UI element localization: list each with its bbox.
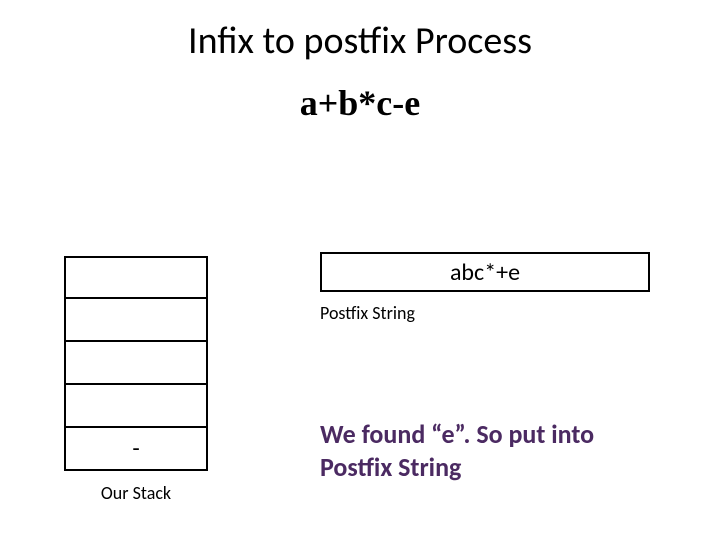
step-explanation: We found “e”. So put into Postfix String xyxy=(320,418,660,483)
stack-cell xyxy=(64,385,208,428)
stack-cell xyxy=(64,256,208,299)
stack-cell: - xyxy=(64,428,208,471)
postfix-output-label: Postfix String xyxy=(320,302,415,324)
stack-cell xyxy=(64,299,208,342)
slide-title: Infix to postfix Process xyxy=(0,18,720,64)
postfix-output-box: abc*+e xyxy=(320,252,650,292)
stack-cell xyxy=(64,342,208,385)
infix-expression: a+b*c-e xyxy=(0,82,720,124)
stack-label: Our Stack xyxy=(64,482,208,504)
stack-diagram: - xyxy=(64,256,208,471)
